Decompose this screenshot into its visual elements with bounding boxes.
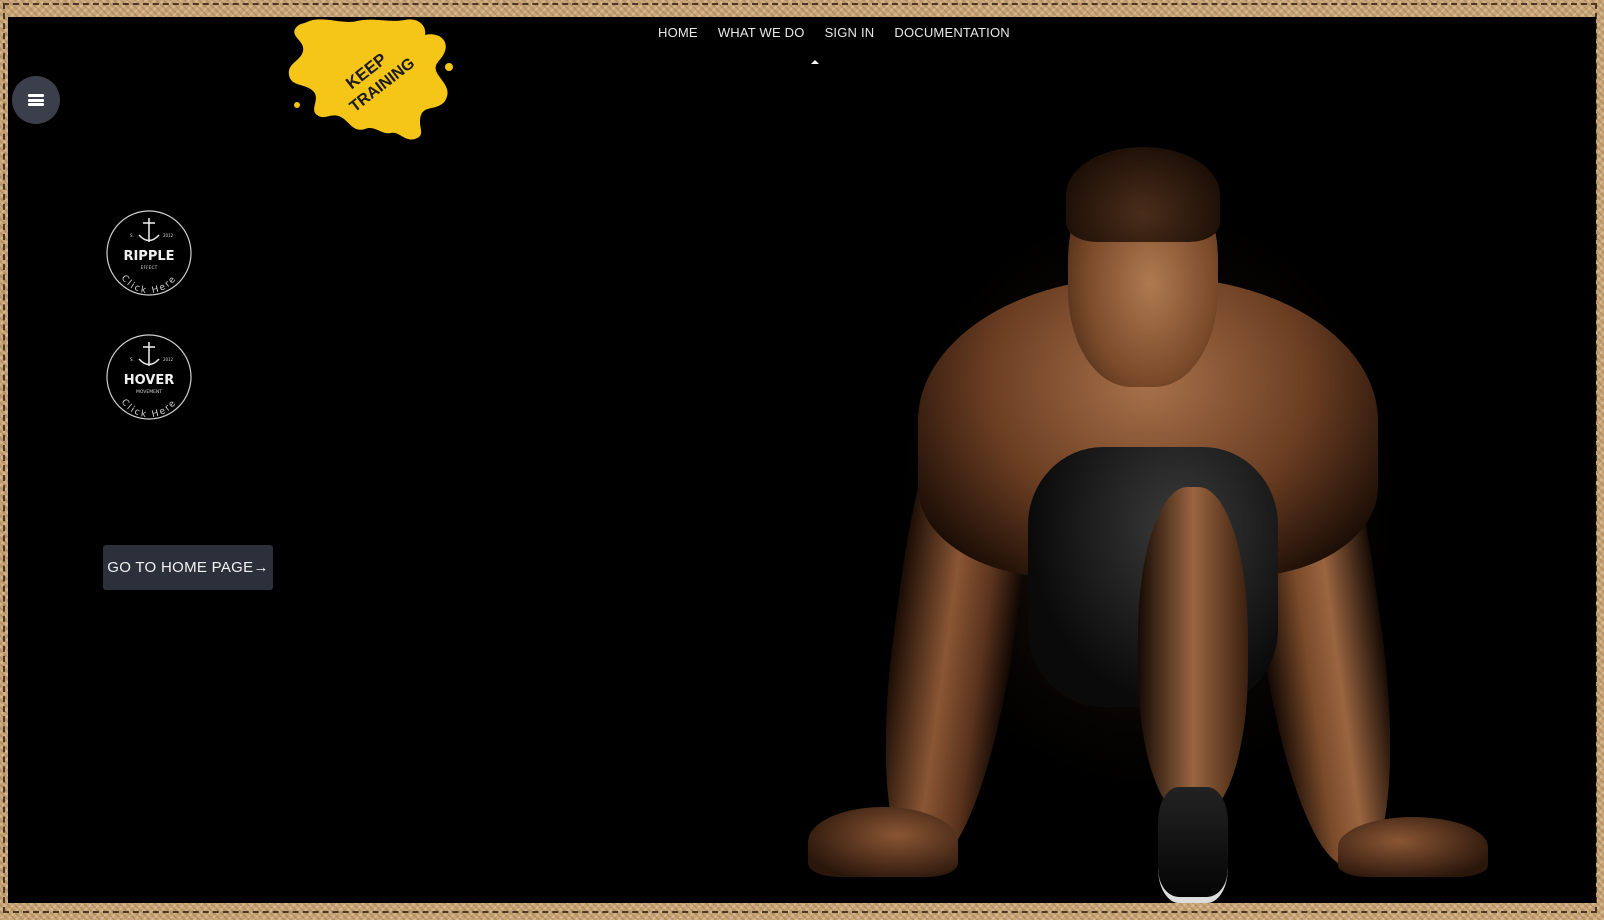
athlete-hand-right [1338,817,1488,877]
athlete-hand-left [808,807,958,877]
nav-home[interactable]: HOME [658,25,698,40]
badge-est-right: 2012 [163,233,174,238]
hero-photo-athlete [648,17,1596,903]
go-to-home-page-button[interactable]: GO TO HOME PAGE → [103,545,273,590]
top-nav: HOME WHAT WE DO SIGN IN DOCUMENTATION [658,25,1010,40]
keep-training-logo[interactable]: KEEP TRAINING [287,17,457,142]
hamburger-menu-icon [28,94,44,106]
nav-caret-icon [811,60,819,64]
badge-est-left: S. [130,357,134,362]
badge-subtitle: MOVEMENT [136,389,162,395]
badge-title: HOVER [124,373,175,388]
hero-stage: HOME WHAT WE DO SIGN IN DOCUMENTATION KE… [8,17,1596,903]
ripple-effect-badge[interactable]: S. 2012 RIPPLE EFFECT Click Here [106,210,192,296]
menu-button[interactable] [12,76,60,124]
nav-documentation[interactable]: DOCUMENTATION [894,25,1010,40]
arrow-right-icon: → [253,559,269,576]
badge-est-right: 2012 [163,357,174,362]
home-button-label: GO TO HOME PAGE [107,559,254,576]
athlete-leg [1138,487,1248,817]
athlete-hair [1066,147,1220,242]
athlete-shoe [1158,787,1228,903]
badge-subtitle: EFFECT [141,265,158,271]
nav-what-we-do[interactable]: WHAT WE DO [718,25,805,40]
hover-movement-badge[interactable]: S. 2012 HOVER MOVEMENT Click Here [106,334,192,420]
badge-title: RIPPLE [123,249,174,264]
nav-sign-in[interactable]: SIGN IN [825,25,875,40]
badge-est-left: S. [130,233,134,238]
